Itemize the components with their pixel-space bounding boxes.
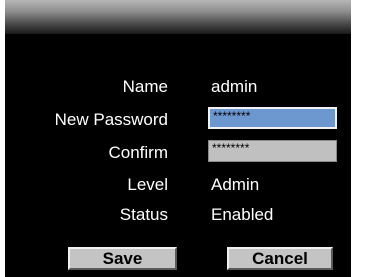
name-label: Name bbox=[122, 77, 168, 96]
level-value: Admin bbox=[211, 175, 260, 194]
user-edit-dialog: Name admin New Password ******** Confirm… bbox=[5, 0, 351, 277]
new-password-field[interactable]: ******** bbox=[208, 107, 337, 129]
dialog-titlebar[interactable] bbox=[5, 0, 351, 34]
level-label: Level bbox=[127, 175, 168, 194]
cancel-button[interactable]: Cancel bbox=[227, 247, 333, 270]
new-password-label: New Password bbox=[54, 110, 168, 129]
name-value: admin bbox=[211, 77, 258, 96]
save-button[interactable]: Save bbox=[68, 247, 177, 270]
confirm-password-field[interactable]: ******** bbox=[208, 140, 337, 162]
status-label: Status bbox=[119, 205, 168, 224]
status-value: Enabled bbox=[211, 205, 274, 224]
confirm-label: Confirm bbox=[108, 143, 168, 162]
